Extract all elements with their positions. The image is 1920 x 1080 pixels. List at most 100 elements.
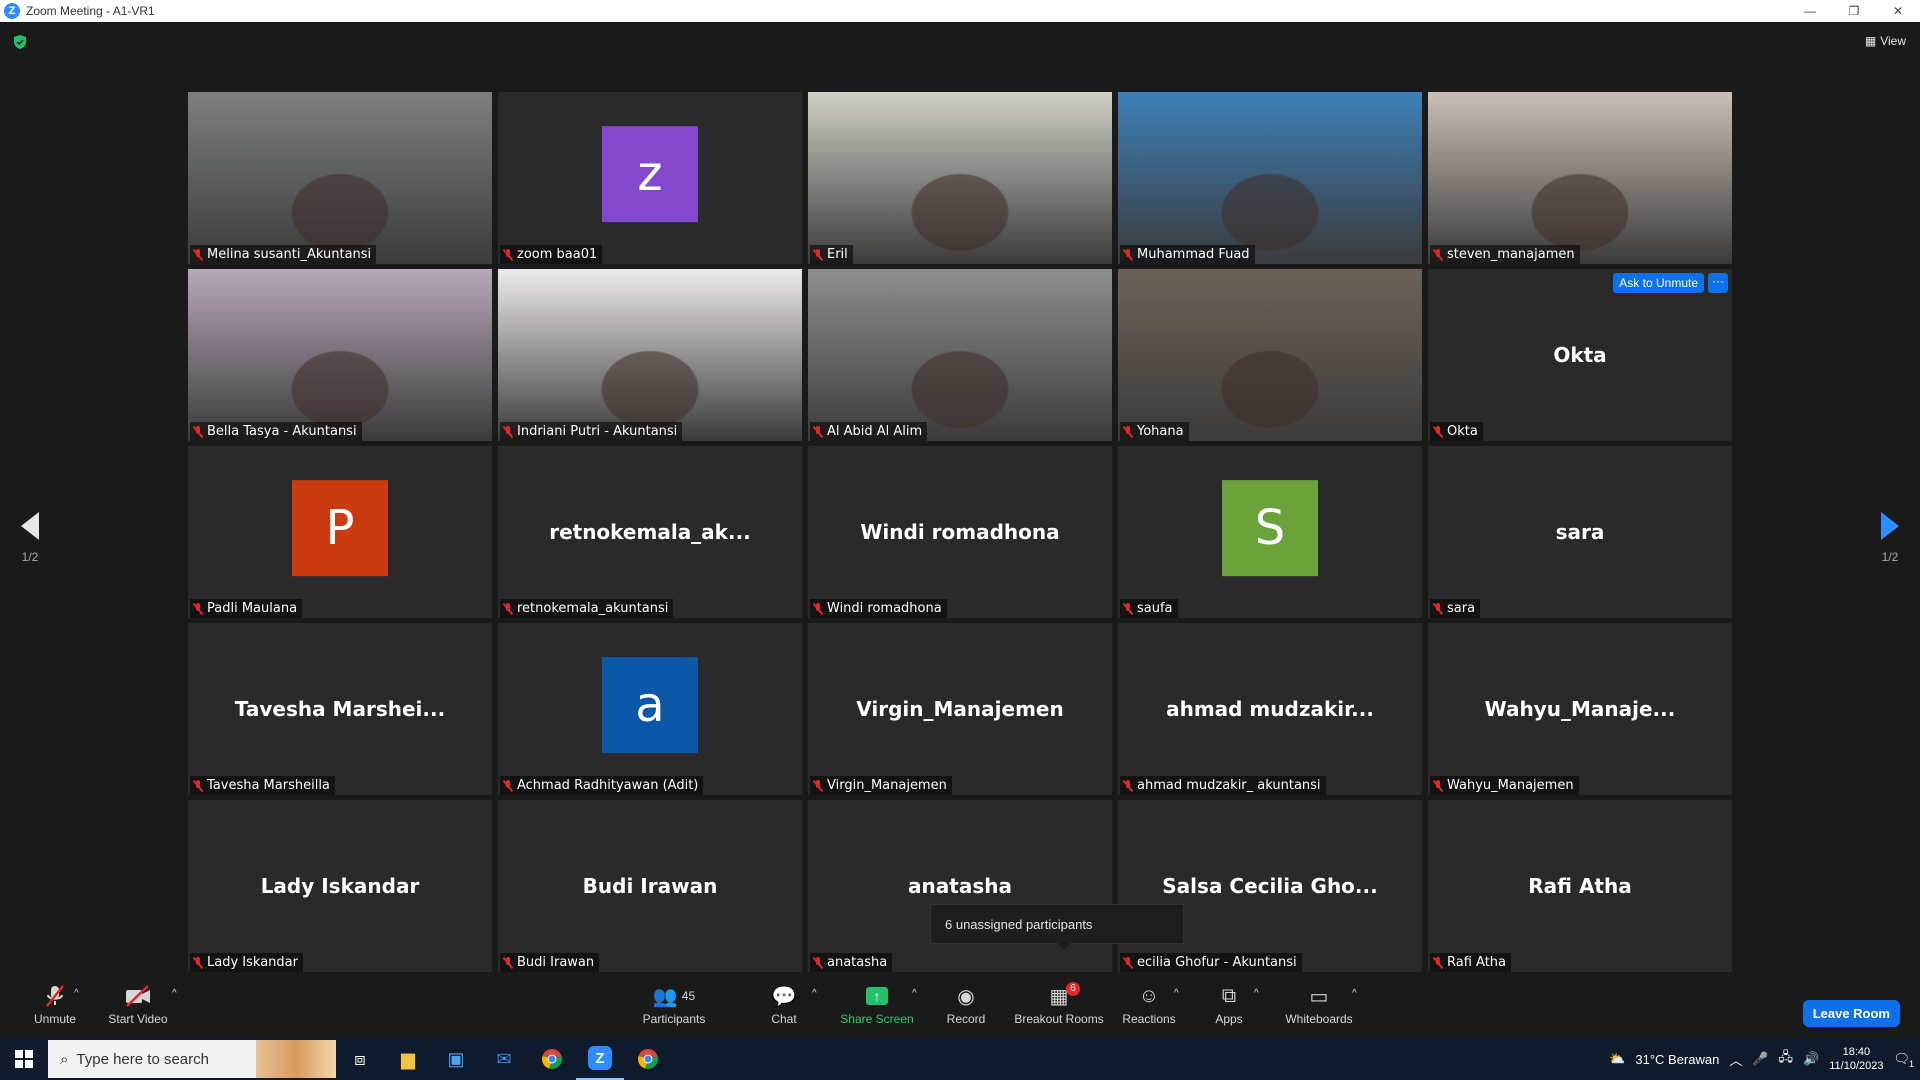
whiteboards-button[interactable]: ▭ Whiteboards xyxy=(1264,984,1374,1027)
participant-tile[interactable]: Wahyu_Manaje... Wahyu_Manajemen xyxy=(1428,623,1732,795)
participant-tile[interactable]: a Achmad Radhityawan (Adit) xyxy=(498,623,802,795)
microphone-muted-icon xyxy=(193,248,203,261)
notification-count: 1 xyxy=(1908,1059,1914,1069)
participant-tile[interactable]: Windi romadhona Windi romadhona xyxy=(808,446,1112,618)
minimize-button[interactable]: — xyxy=(1788,0,1832,22)
grid-icon: ▦ xyxy=(1864,34,1877,48)
microphone-muted-icon xyxy=(193,425,203,438)
view-button[interactable]: ▦ View xyxy=(1865,34,1906,48)
microphone-muted-icon xyxy=(1433,248,1443,261)
participant-tile[interactable]: Al Abid Al Alim xyxy=(808,269,1112,441)
shield-icon[interactable] xyxy=(12,34,28,50)
participants-button[interactable]: 👥 45 Participants xyxy=(619,984,729,1027)
weather-text[interactable]: 31°C Berawan xyxy=(1635,1052,1719,1067)
microphone-muted-icon xyxy=(503,602,513,615)
participant-name-tag: Windi romadhona xyxy=(810,599,947,618)
participant-tile[interactable]: Yohana xyxy=(1118,269,1422,441)
clock[interactable]: 18:40 11/10/2023 xyxy=(1829,1045,1883,1073)
taskbar-search-input[interactable]: ⌕ Type here to search xyxy=(48,1040,336,1078)
participant-display-name: Okta xyxy=(1553,343,1607,367)
participant-name-tag: anatasha xyxy=(810,953,893,972)
participant-tile[interactable]: Bella Tasya - Akuntansi xyxy=(188,269,492,441)
participant-name: Tavesha Marsheilla xyxy=(207,778,330,793)
participant-name: Budi Irawan xyxy=(517,955,595,970)
share-screen-icon: ↑ xyxy=(866,987,888,1005)
apps-options-caret[interactable]: ^ xyxy=(1254,988,1259,999)
participant-tile[interactable]: Lady Iskandar Lady Iskandar xyxy=(188,800,492,972)
participant-name: Eril xyxy=(827,247,848,262)
microphone-muted-icon xyxy=(1123,602,1133,615)
participant-tile[interactable]: Muhammad Fuad xyxy=(1118,92,1422,264)
participant-tile[interactable]: P Padli Maulana xyxy=(188,446,492,618)
participant-name: Muhammad Fuad xyxy=(1137,247,1250,262)
participant-tile[interactable]: Okta Ask to Unmute ··· Okta xyxy=(1428,269,1732,441)
participant-tile[interactable]: Ssaufa xyxy=(1118,446,1422,618)
participant-tile[interactable]: Salsa Cecilia Gho... ecilia Ghofur - Akun… xyxy=(1118,800,1422,972)
participant-tile[interactable]: sara sara xyxy=(1428,446,1732,618)
network-icon[interactable]: 🖧 xyxy=(1779,1048,1794,1070)
participant-video xyxy=(808,269,1112,441)
task-view-icon[interactable]: ⧈ xyxy=(336,1038,384,1080)
participant-name: ahmad mudzakir_ akuntansi xyxy=(1137,778,1321,793)
participant-tile[interactable]: steven_manajamen xyxy=(1428,92,1732,264)
store-icon[interactable]: ▣ xyxy=(432,1038,480,1080)
participant-name: zoom baa01 xyxy=(517,247,598,262)
microphone-muted-icon xyxy=(813,425,823,438)
ask-to-unmute-button[interactable]: Ask to Unmute xyxy=(1613,273,1704,293)
participant-name: ecilia Ghofur - Akuntansi xyxy=(1137,955,1297,970)
audio-options-caret[interactable]: ^ xyxy=(74,988,79,999)
participant-name: Padli Maulana xyxy=(207,601,298,616)
more-options-button[interactable]: ··· xyxy=(1708,273,1728,293)
leave-room-button[interactable]: Leave Room xyxy=(1802,1000,1900,1027)
participant-name-tag: Tavesha Marsheilla xyxy=(190,776,335,795)
participant-video xyxy=(808,92,1112,264)
microphone-icon[interactable]: 🎤 xyxy=(1752,1051,1768,1067)
chrome-profile-icon[interactable] xyxy=(624,1038,672,1080)
search-highlight-image xyxy=(256,1040,336,1078)
file-explorer-icon[interactable]: ▆ xyxy=(384,1038,432,1080)
participant-tile[interactable]: ahmad mudzakir... ahmad mudzakir_ akuntan… xyxy=(1118,623,1422,795)
previous-page-button[interactable]: 1/2 xyxy=(10,512,50,564)
participant-name-tag: Bella Tasya - Akuntansi xyxy=(190,422,362,441)
chevron-up-icon[interactable]: ︿ xyxy=(1729,1050,1742,1069)
video-options-caret[interactable]: ^ xyxy=(172,988,177,999)
participant-name: retnokemala_akuntansi xyxy=(517,601,669,616)
microphone-muted-icon xyxy=(813,779,823,792)
microphone-muted-icon xyxy=(503,248,513,261)
notification-icon[interactable]: 🗨 1 xyxy=(1893,1051,1914,1069)
participant-tile[interactable]: Eril xyxy=(808,92,1112,264)
participant-tile[interactable]: retnokemala_ak... retnokemala_akuntansi xyxy=(498,446,802,618)
participant-display-name: Budi Irawan xyxy=(582,874,718,898)
participant-name: Lady Iskandar xyxy=(207,955,298,970)
restore-button[interactable]: ❐ xyxy=(1832,0,1876,22)
participant-tile[interactable]: Tavesha Marshei... Tavesha Marsheilla xyxy=(188,623,492,795)
volume-icon[interactable]: 🔊 xyxy=(1803,1051,1819,1067)
windows-start-icon[interactable] xyxy=(0,1038,48,1080)
close-button[interactable]: ✕ xyxy=(1876,0,1920,22)
participant-tile[interactable]: z zoom baa01 xyxy=(498,92,802,264)
whiteboards-options-caret[interactable]: ^ xyxy=(1352,988,1357,999)
participant-tile[interactable]: Budi Irawan Budi Irawan xyxy=(498,800,802,972)
participant-name: Yohana xyxy=(1137,424,1184,439)
chrome-icon[interactable] xyxy=(528,1038,576,1080)
zoom-taskbar-icon[interactable]: Z xyxy=(576,1038,624,1080)
participants-icon: 👥 xyxy=(652,985,678,1008)
participant-tile[interactable]: Melina susanti_Akuntansi xyxy=(188,92,492,264)
participant-tile[interactable]: Virgin_Manajemen Virgin_Manajemen xyxy=(808,623,1112,795)
chat-options-caret[interactable]: ^ xyxy=(812,988,817,999)
participant-tile[interactable]: Rafi Atha Rafi Atha xyxy=(1428,800,1732,972)
participant-display-name: Wahyu_Manaje... xyxy=(1484,697,1676,721)
microphone-muted-icon xyxy=(193,956,203,969)
participant-name-tag: Al Abid Al Alim xyxy=(810,422,928,441)
weather-icon[interactable]: ⛅ xyxy=(1609,1051,1625,1067)
participants-count: 45 xyxy=(681,989,696,1003)
participant-display-name: Lady Iskandar xyxy=(260,874,420,898)
next-page-button[interactable]: 1/2 xyxy=(1870,512,1910,564)
participant-tile[interactable]: Indriani Putri - Akuntansi xyxy=(498,269,802,441)
participant-name: Bella Tasya - Akuntansi xyxy=(207,424,357,439)
view-label: View xyxy=(1880,34,1906,48)
mail-icon[interactable]: ✉ xyxy=(480,1038,528,1080)
participant-name-tag: Rafi Atha xyxy=(1430,953,1512,972)
breakout-tooltip: 6 unassigned participants xyxy=(930,904,1184,950)
microphone-muted-icon xyxy=(1433,602,1443,615)
